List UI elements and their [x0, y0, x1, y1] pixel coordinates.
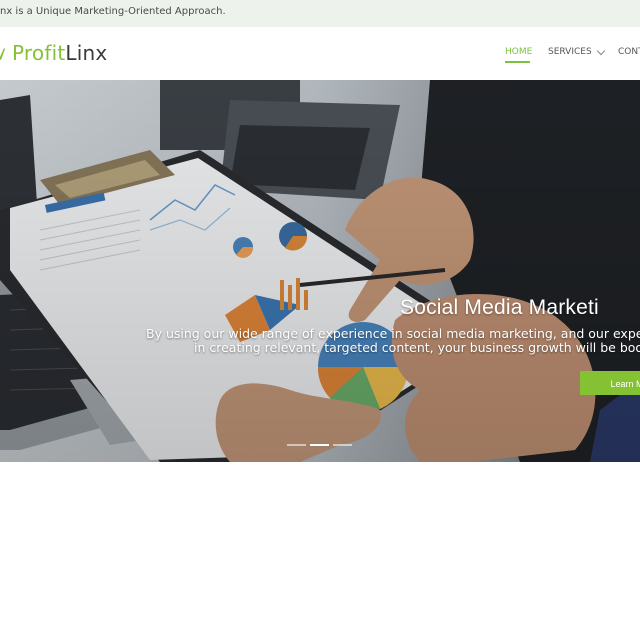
hero-title: Social Media Marketi [400, 296, 599, 319]
nav-services[interactable]: SERVICES [548, 46, 605, 57]
hero-slider: Social Media Marketi By using our wide r… [0, 80, 640, 462]
site-header: ProfitLinx HOME SERVICES CONT [0, 27, 640, 80]
nav-home-underline [505, 61, 530, 63]
slider-dot-2[interactable] [310, 444, 329, 446]
announcement-text: nx is a Unique Marketing-Oriented Approa… [0, 6, 226, 17]
chevron-down-icon [596, 46, 605, 55]
nav-home[interactable]: HOME [505, 47, 532, 57]
main-nav: HOME SERVICES CONT [0, 27, 640, 80]
hero-description-line-1: By using our wide range of experience in… [146, 326, 640, 341]
slider-dots [287, 444, 352, 446]
nav-contact[interactable]: CONT [618, 47, 640, 57]
learn-more-button[interactable]: Learn Mo [580, 371, 640, 395]
slider-dot-1[interactable] [287, 444, 306, 446]
hero-background-image [0, 80, 640, 462]
slider-dot-3[interactable] [333, 444, 352, 446]
hero-description-line-2: in creating relevant, targeted content, … [194, 340, 640, 355]
announcement-bar: nx is a Unique Marketing-Oriented Approa… [0, 0, 640, 28]
nav-services-label: SERVICES [548, 47, 592, 57]
hero-description: By using our wide range of experience in… [146, 327, 640, 355]
